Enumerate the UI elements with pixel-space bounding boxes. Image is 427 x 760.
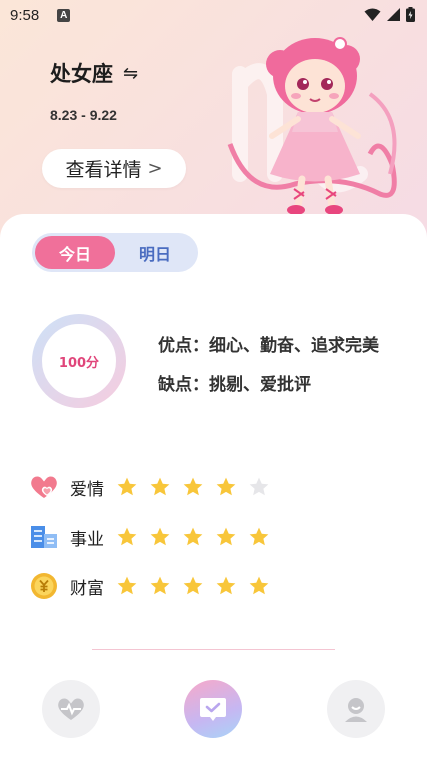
swap-icon[interactable]: ⇋ (123, 63, 138, 84)
tab-today[interactable]: 今日 (35, 236, 115, 269)
notification-icon: A (57, 8, 71, 22)
score-value: 100分 (58, 355, 100, 371)
tab-tomorrow-label: 明日 (138, 244, 171, 264)
star-filled-icon (249, 576, 269, 595)
nav-health-button[interactable] (42, 680, 100, 738)
chevron-right-icon: > (147, 158, 163, 179)
view-details-label: 查看详情 (65, 159, 142, 181)
sign-title[interactable]: 处女座 ⇋ (50, 58, 138, 88)
battery-icon (406, 7, 415, 22)
star-rating-wealth (116, 575, 270, 597)
sign-name: 处女座 (50, 62, 113, 86)
heart-pulse-icon (58, 698, 84, 720)
fortune-label-career: 事业 (70, 529, 104, 550)
star-filled-icon (150, 576, 170, 595)
star-rating-love (116, 476, 270, 498)
fortune-row-wealth: 财富 (30, 571, 270, 601)
fortune-label-love: 爱情 (70, 479, 104, 500)
buildings-icon (30, 523, 58, 551)
star-filled-icon (249, 527, 269, 546)
star-filled-icon (183, 477, 203, 496)
wifi-icon (364, 8, 381, 21)
signal-icon (387, 8, 400, 21)
star-rating-career (116, 526, 270, 548)
view-details-button[interactable]: 查看详情 > (42, 149, 186, 188)
trait-cons: 缺点：挑剔、爱批评 (158, 375, 311, 395)
star-filled-icon (183, 527, 203, 546)
virgo-illustration (227, 37, 397, 215)
star-filled-icon (216, 477, 236, 496)
star-filled-icon (150, 477, 170, 496)
star-filled-icon (117, 576, 137, 595)
star-filled-icon (183, 576, 203, 595)
status-indicators (364, 7, 415, 22)
day-tabs: 今日 明日 (32, 233, 198, 272)
heart-icon (30, 473, 58, 501)
trait-pros: 优点：细心、勤奋、追求完美 (158, 336, 379, 356)
tab-tomorrow[interactable]: 明日 (115, 236, 195, 269)
coin-icon (30, 572, 58, 600)
star-filled-icon (117, 477, 137, 496)
divider (92, 649, 335, 650)
status-time: 9:58 (10, 6, 40, 24)
star-filled-icon (117, 527, 137, 546)
fortune-label-wealth: 财富 (70, 578, 104, 599)
fortune-row-career: 事业 (30, 522, 270, 552)
nav-profile-button[interactable] (327, 680, 385, 738)
sign-date-range: 8.23 - 9.22 (50, 107, 117, 123)
tab-today-label: 今日 (58, 244, 91, 264)
star-empty-icon (249, 477, 269, 496)
fortune-row-love: 爱情 (30, 472, 270, 502)
profile-icon (345, 698, 367, 722)
star-filled-icon (216, 527, 236, 546)
fortune-card: 今日 明日 100分 优点：细心、勤奋、追求完美 缺点：挑剔、爱批评 爱情 事业… (0, 214, 427, 760)
star-filled-icon (216, 576, 236, 595)
star-filled-icon (150, 527, 170, 546)
check-chat-icon (200, 698, 226, 721)
nav-horoscope-button[interactable] (184, 680, 242, 738)
